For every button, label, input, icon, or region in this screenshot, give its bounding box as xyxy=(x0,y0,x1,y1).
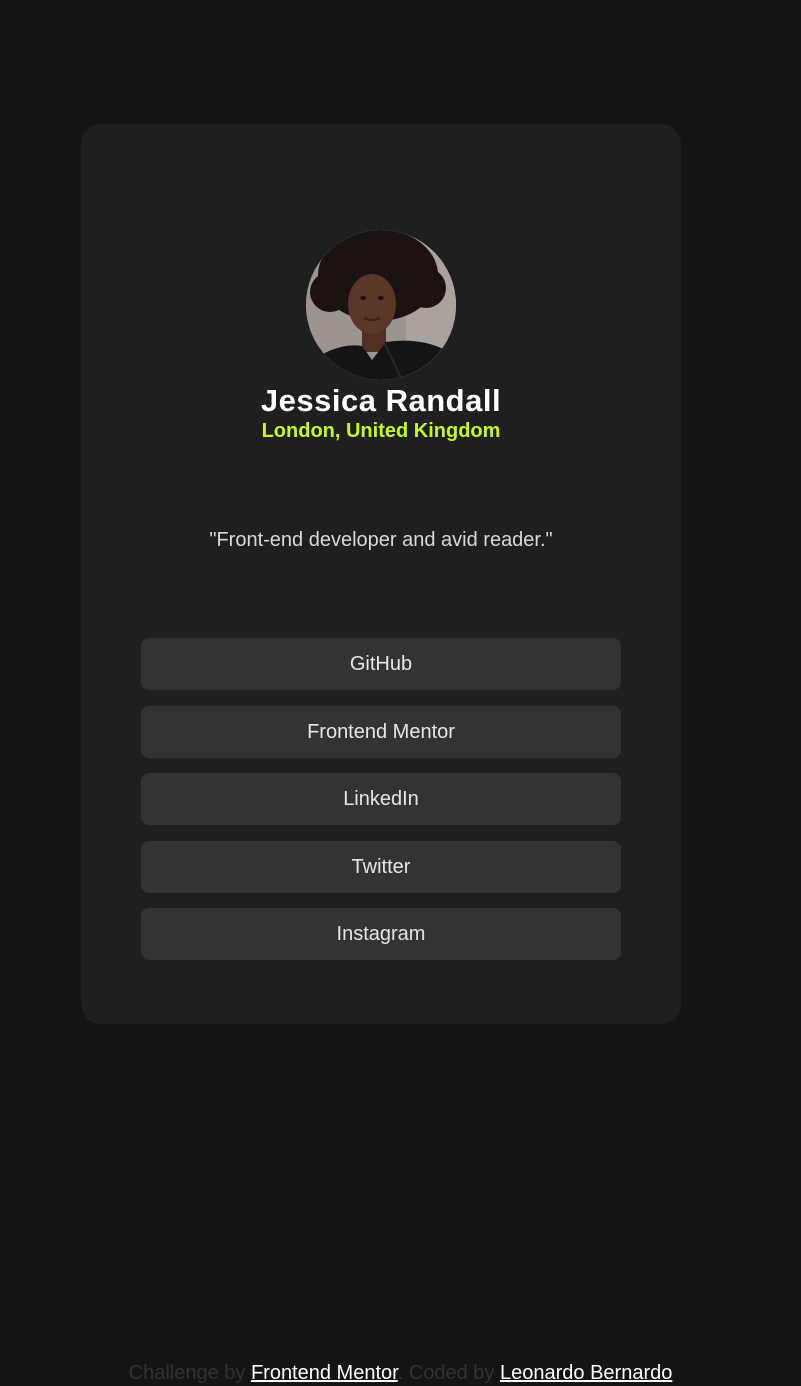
frontend-mentor-attribution-link[interactable]: Frontend Mentor xyxy=(251,1362,398,1384)
social-links-list: GitHub Frontend Mentor LinkedIn Twitter … xyxy=(141,638,621,976)
attribution-middle: Coded by xyxy=(408,1362,495,1384)
github-link-button[interactable]: GitHub xyxy=(141,638,621,690)
profile-bio: "Front-end developer and avid reader." xyxy=(209,529,553,551)
attribution-separator: . xyxy=(397,1362,409,1384)
avatar xyxy=(306,230,456,380)
linkedin-link-button[interactable]: LinkedIn xyxy=(141,773,621,825)
profile-location: London, United Kingdom xyxy=(261,420,501,442)
frontend-mentor-link-button[interactable]: Frontend Mentor xyxy=(141,705,621,758)
author-attribution-link[interactable]: Leonardo Bernardo xyxy=(500,1362,672,1384)
profile-card: Jessica Randall London, United Kingdom "… xyxy=(81,124,681,1024)
attribution-footer: Challenge by Frontend Mentor. Coded by L… xyxy=(0,1360,801,1386)
attribution-prefix: Challenge by xyxy=(128,1362,246,1384)
twitter-link-button[interactable]: Twitter xyxy=(141,840,621,893)
profile-name: Jessica Randall xyxy=(260,383,502,418)
instagram-link-button[interactable]: Instagram xyxy=(141,908,621,960)
profile-photo-image xyxy=(306,230,456,380)
